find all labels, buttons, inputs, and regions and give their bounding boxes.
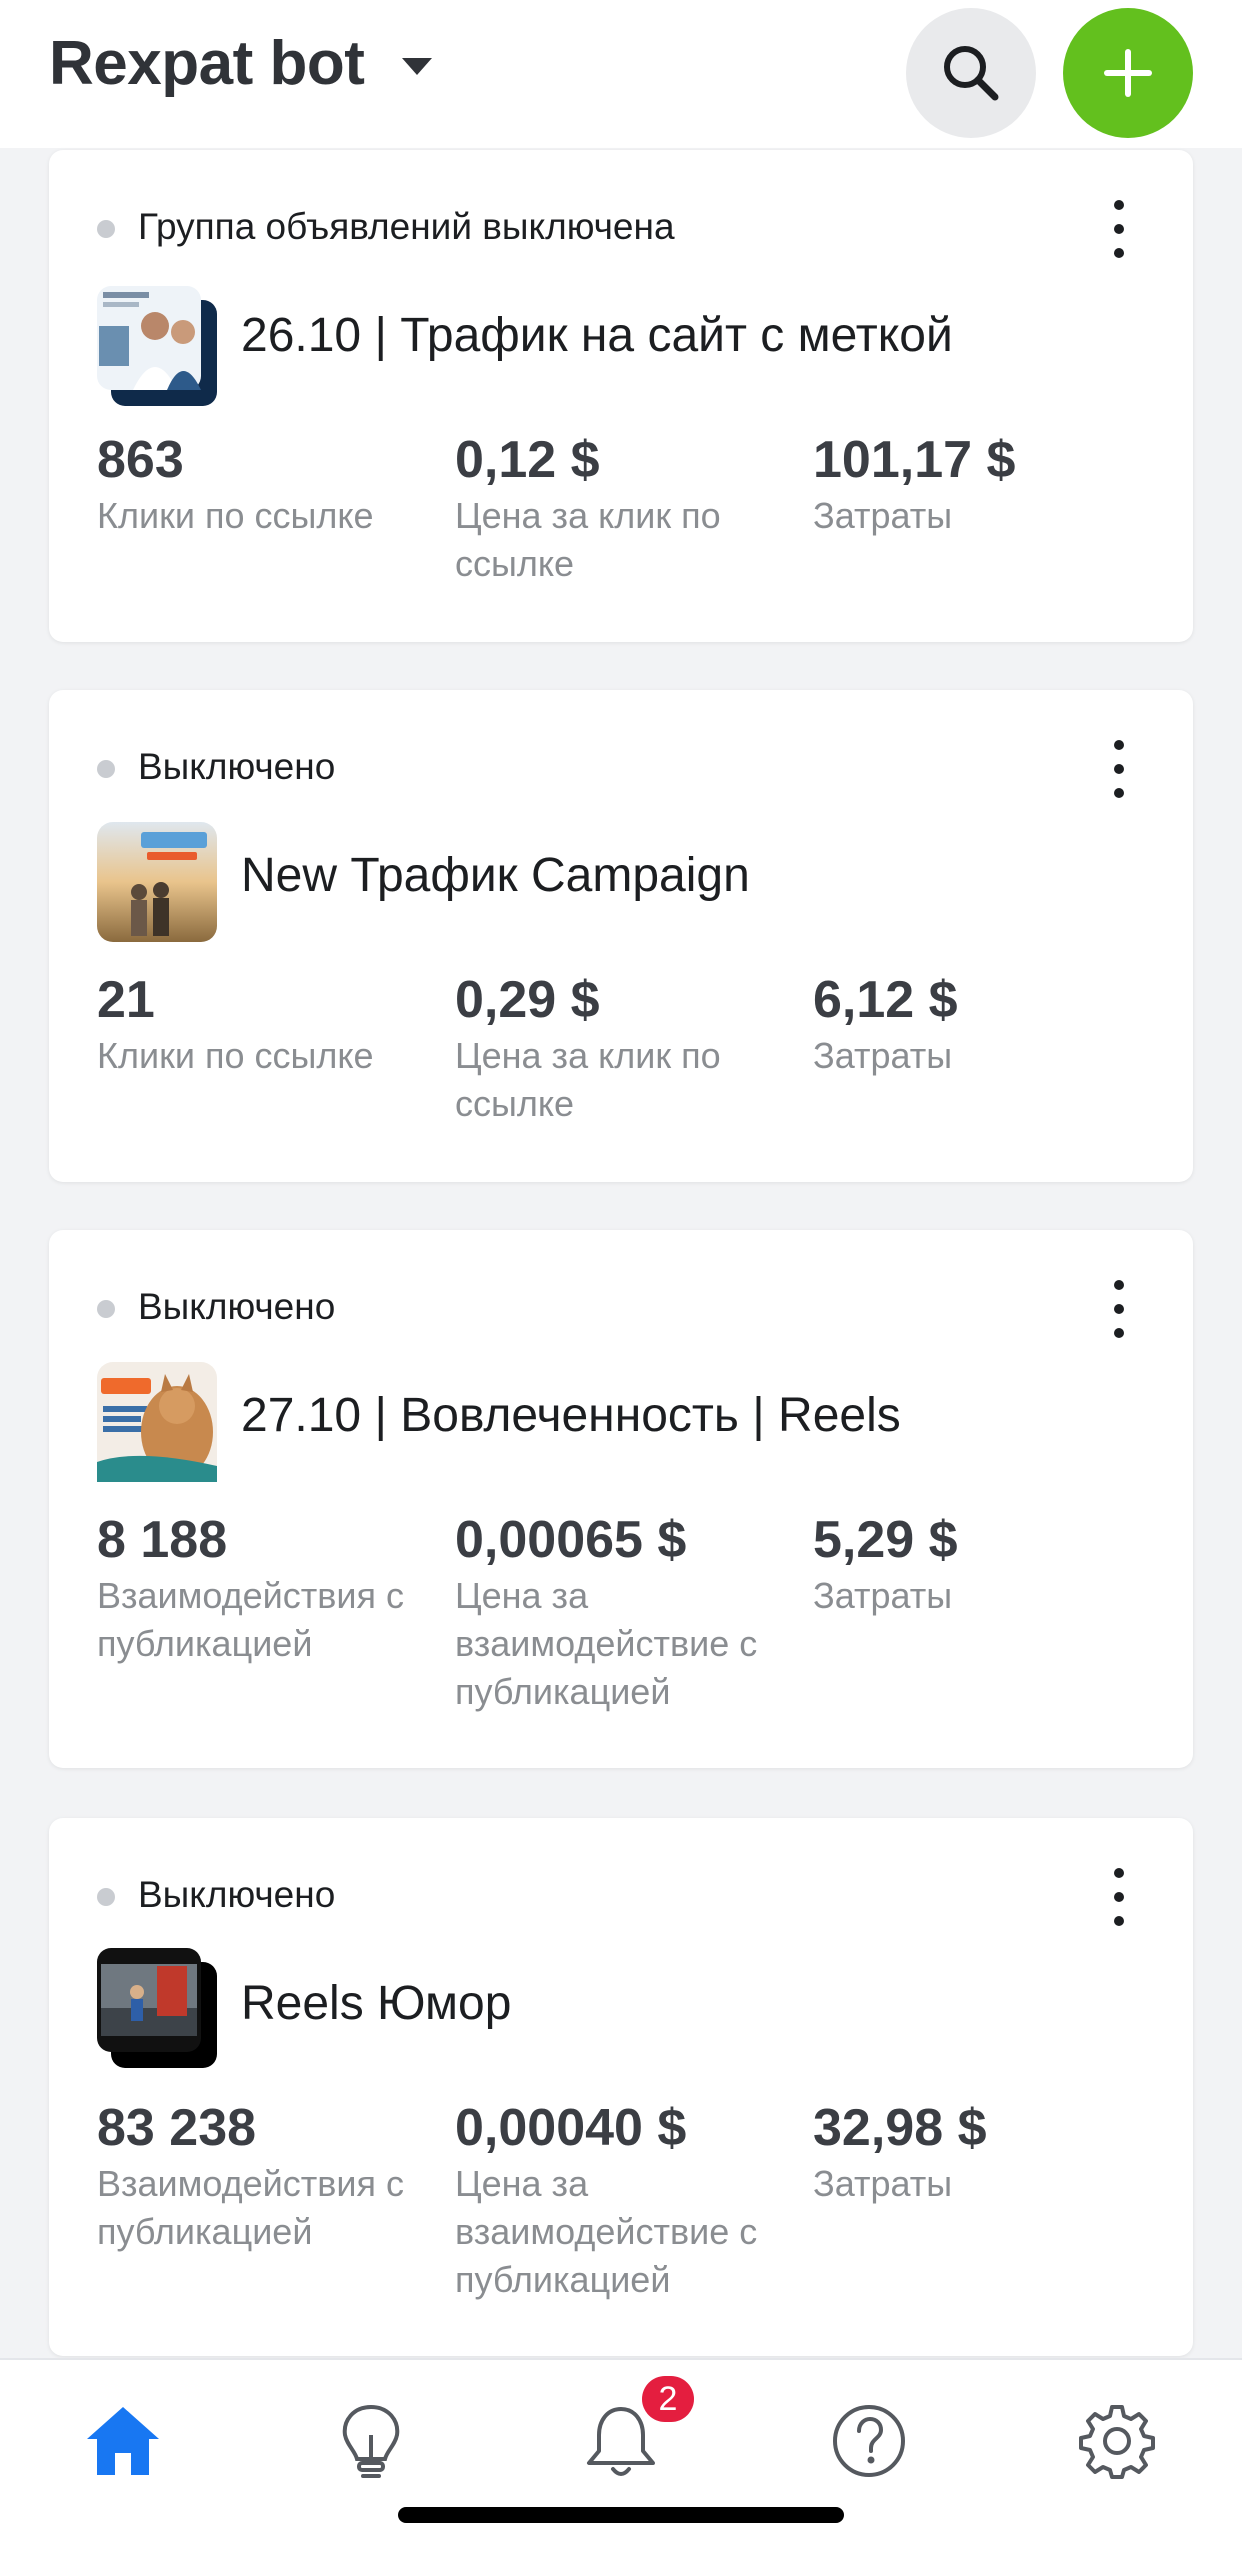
plus-icon (1104, 49, 1152, 97)
metric-value: 21 (97, 971, 155, 1029)
metric-label: Затраты (813, 2163, 953, 2204)
campaign-name[interactable]: 26.10 | Трафик на сайт с меткой (241, 308, 953, 363)
metric-results: 863 Клики по ссылке (97, 428, 427, 540)
campaign-card[interactable]: Выключено 27.10 | Вовлеченность | Reels … (49, 1230, 1193, 1768)
campaign-thumbnail (97, 286, 217, 406)
metric-value: 0,12 $ (455, 431, 600, 489)
campaign-card[interactable]: Выключено New Трафик Campaign 21 Клики п… (49, 690, 1193, 1182)
nav-insights[interactable] (326, 2396, 416, 2486)
metric-value: 0,00065 $ (455, 1511, 687, 1569)
campaign-thumbnail (97, 1362, 217, 1482)
campaign-status: Выключено (138, 1286, 336, 1327)
status-dot (97, 220, 115, 238)
metric-cost-per-result: 0,00040 $ Цена за взаимодействие с публи… (455, 2096, 785, 2304)
metric-cost-per-result: 0,00065 $ Цена за взаимодействие с публи… (455, 1508, 785, 1716)
metric-cost-per-result: 0,29 $ Цена за клик по ссылке (455, 968, 785, 1128)
campaign-status: Выключено (138, 1874, 336, 1915)
metric-spend: 101,17 $ Затраты (813, 428, 1143, 540)
chevron-down-icon[interactable] (402, 58, 432, 75)
campaign-thumbnail (97, 822, 217, 942)
status-dot (97, 760, 115, 778)
metric-value: 0,00040 $ (455, 2099, 687, 2157)
nav-settings[interactable] (1072, 2396, 1162, 2486)
gear-icon (1079, 2405, 1155, 2479)
metric-value: 6,12 $ (813, 971, 958, 1029)
metric-spend: 6,12 $ Затраты (813, 968, 1143, 1080)
metric-value: 101,17 $ (813, 431, 1016, 489)
metric-label: Затраты (813, 495, 953, 536)
metric-value: 83 238 (97, 2099, 257, 2157)
metric-cost-per-result: 0,12 $ Цена за клик по ссылке (455, 428, 785, 588)
home-icon (87, 2407, 159, 2475)
search-button[interactable] (906, 8, 1036, 138)
campaign-name[interactable]: New Трафик Campaign (241, 848, 750, 903)
metric-value: 8 188 (97, 1511, 228, 1569)
metric-value: 863 (97, 431, 184, 489)
metric-spend: 5,29 $ Затраты (813, 1508, 1143, 1620)
campaign-status: Выключено (138, 746, 336, 787)
app: Rexpat bot Группа объявлений выключена 2… (0, 0, 1242, 2550)
home-indicator (398, 2507, 844, 2523)
metric-value: 32,98 $ (813, 2099, 987, 2157)
metric-label: Затраты (813, 1575, 953, 1616)
metric-results: 8 188 Взаимодействия с публикацией (97, 1508, 427, 1668)
metric-label: Цена за клик по ссылке (455, 495, 721, 584)
metric-results: 21 Клики по ссылке (97, 968, 427, 1080)
more-vertical-icon[interactable] (1103, 1868, 1135, 1926)
status-dot (97, 1888, 115, 1906)
metric-label: Клики по ссылке (97, 1035, 374, 1076)
notification-badge: 2 (642, 2376, 694, 2422)
campaign-status: Группа объявлений выключена (138, 206, 675, 247)
lightbulb-icon (342, 2404, 400, 2478)
campaign-card[interactable]: Выключено Reels Юмор 83 238 Взаимодейств… (49, 1818, 1193, 2356)
metric-label: Затраты (813, 1035, 953, 1076)
account-title[interactable]: Rexpat bot (49, 28, 365, 99)
top-bar: Rexpat bot (0, 0, 1242, 148)
help-icon (833, 2405, 905, 2477)
metric-spend: 32,98 $ Затраты (813, 2096, 1143, 2208)
more-vertical-icon[interactable] (1103, 740, 1135, 798)
create-button[interactable] (1063, 8, 1193, 138)
metric-value: 0,29 $ (455, 971, 600, 1029)
metric-label: Цена за взаимодействие с публикацией (455, 2163, 758, 2300)
campaign-thumbnail (97, 1948, 217, 2068)
metric-label: Клики по ссылке (97, 495, 374, 536)
metric-label: Цена за клик по ссылке (455, 1035, 721, 1124)
metric-label: Взаимодействия с публикацией (97, 2163, 404, 2252)
metric-results: 83 238 Взаимодействия с публикацией (97, 2096, 427, 2256)
more-vertical-icon[interactable] (1103, 1280, 1135, 1338)
search-icon (944, 46, 999, 101)
campaign-card[interactable]: Группа объявлений выключена 26.10 | Траф… (49, 150, 1193, 642)
campaign-name[interactable]: Reels Юмор (241, 1976, 511, 2031)
metric-value: 5,29 $ (813, 1511, 958, 1569)
metric-label: Цена за взаимодействие с публикацией (455, 1575, 758, 1712)
metric-label: Взаимодействия с публикацией (97, 1575, 404, 1664)
status-dot (97, 1300, 115, 1318)
campaign-name[interactable]: 27.10 | Вовлеченность | Reels (241, 1388, 901, 1443)
nav-home[interactable] (78, 2396, 168, 2486)
more-vertical-icon[interactable] (1103, 200, 1135, 258)
nav-help[interactable] (824, 2396, 914, 2486)
